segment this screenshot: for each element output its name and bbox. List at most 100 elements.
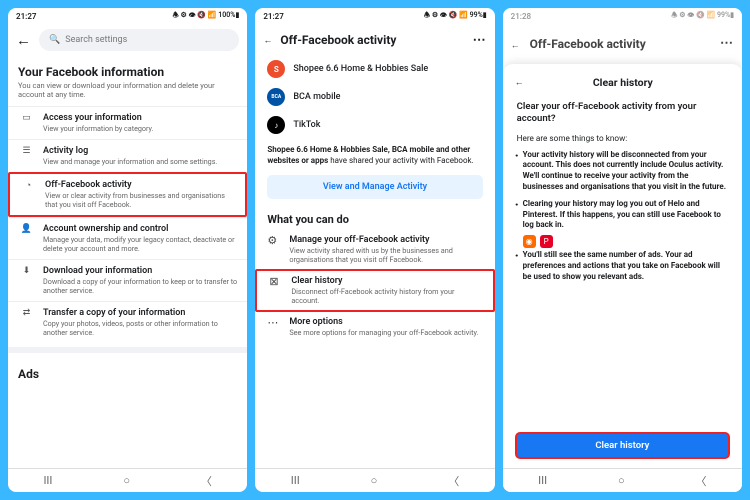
item-desc: View your information by category. xyxy=(43,124,153,133)
wycd-label: More options xyxy=(289,317,478,327)
status-time: 21:27 xyxy=(16,12,36,21)
item-label: Transfer a copy of your information xyxy=(43,308,237,318)
download-icon: ⬇ xyxy=(18,266,35,283)
clear-icon: ⊠ xyxy=(269,276,283,305)
item-desc: Copy your photos, videos, posts or other… xyxy=(43,319,237,337)
title-bar: ← Off-Facebook activity ⋯ xyxy=(255,25,494,55)
app-name: TikTok xyxy=(293,120,320,130)
nav-home[interactable]: ○ xyxy=(371,474,378,487)
app-row-shopee[interactable]: S Shopee 6.6 Home & Hobbies Sale xyxy=(255,55,494,83)
wycd-label: Clear history xyxy=(291,276,480,286)
page-title: Off-Facebook activity xyxy=(280,33,464,47)
tiktok-icon: ♪ xyxy=(267,116,285,134)
pinterest-icon: P xyxy=(540,235,553,248)
item-label: Download your information xyxy=(43,266,237,276)
item-off-facebook-activity[interactable]: ◔ Off-Facebook activity View or clear ac… xyxy=(8,172,247,217)
wycd-desc: View activity shared with us by the busi… xyxy=(289,246,482,264)
apps-summary: Shopee 6.6 Home & Hobbies Sale, BCA mobi… xyxy=(255,139,494,175)
back-icon[interactable]: ← xyxy=(263,35,272,46)
search-input[interactable]: 🔍 Search settings xyxy=(39,29,239,51)
app-name: Shopee 6.6 Home & Hobbies Sale xyxy=(293,64,428,74)
bottom-sheet: ← Clear history Clear your off-Facebook … xyxy=(503,64,742,492)
android-navbar: III ○ 〈 xyxy=(255,468,494,492)
bca-icon: BCA xyxy=(267,88,285,106)
bullet-3: You'll still see the same number of ads.… xyxy=(523,250,728,282)
bullet-list-2: You'll still see the same number of ads.… xyxy=(503,250,742,282)
back-icon: ← xyxy=(511,40,520,51)
more-icon[interactable]: ⋯ xyxy=(473,33,487,48)
android-navbar: III ○ 〈 xyxy=(8,468,247,492)
nav-back[interactable]: 〈 xyxy=(448,473,459,489)
wycd-desc: See more options for managing your off-F… xyxy=(289,328,478,337)
sheet-question: Clear your off-Facebook activity from yo… xyxy=(503,97,742,132)
status-icons: 🕭 ⚙ 👁 🔇 📶 99%▮ xyxy=(424,11,487,22)
nav-recents[interactable]: III xyxy=(538,474,547,487)
nav-home[interactable]: ○ xyxy=(123,474,130,487)
sheet-intro: Here are some things to know: xyxy=(503,132,742,150)
wycd-label: Manage your off-Facebook activity xyxy=(289,235,482,245)
section-subtitle: You can view or download your informatio… xyxy=(8,81,247,106)
sheet-back-icon[interactable]: ← xyxy=(515,77,524,88)
modal-overlay: ← Off-Facebook activity ⋯ ← Clear histor… xyxy=(503,8,742,492)
wycd-clear-history[interactable]: ⊠ Clear history Disconnect off-Facebook … xyxy=(255,269,494,312)
user-gear-icon: 👤 xyxy=(18,224,35,241)
shopee-icon: S xyxy=(267,60,285,78)
screen-off-fb-activity: 21:27 🕭 ⚙ 👁 🔇 📶 99%▮ ← Off-Facebook acti… xyxy=(255,8,494,492)
status-icons: 🕭 ⚙ 👁 🔇 📶 100%▮ xyxy=(173,11,240,22)
clear-history-button[interactable]: Clear history xyxy=(515,432,730,459)
back-icon[interactable]: ← xyxy=(16,31,31,49)
item-desc: Download a copy of your information to k… xyxy=(43,277,237,295)
android-navbar: III ○ 〈 xyxy=(503,468,742,492)
app-row-tiktok[interactable]: ♪ TikTok xyxy=(255,111,494,139)
wycd-heading: What you can do xyxy=(255,209,494,230)
ads-heading: Ads xyxy=(8,347,247,385)
nav-recents[interactable]: III xyxy=(291,474,300,487)
bullet-2: Clearing your history may log you out of… xyxy=(523,199,728,231)
nav-back[interactable]: 〈 xyxy=(696,473,707,489)
status-time: 21:27 xyxy=(263,12,283,21)
item-download-info[interactable]: ⬇ Download your information Download a c… xyxy=(8,259,247,301)
summary-rest: have shared your activity with Facebook. xyxy=(328,156,474,165)
nav-home[interactable]: ○ xyxy=(618,474,625,487)
app-row-bca[interactable]: BCA BCA mobile xyxy=(255,83,494,111)
status-bar: 21:27 🕭 ⚙ 👁 🔇 📶 100%▮ xyxy=(8,8,247,25)
sheet-title: Clear history xyxy=(534,76,712,89)
ellipsis-icon: ⋯ xyxy=(267,317,281,337)
dimmed-title-bar: ← Off-Facebook activity ⋯ xyxy=(503,8,742,55)
nav-back[interactable]: 〈 xyxy=(201,473,212,489)
item-label: Access your information xyxy=(43,113,153,123)
gear-icon: ⚙ xyxy=(267,235,281,264)
wycd-more-options[interactable]: ⋯ More options See more options for mana… xyxy=(255,312,494,342)
section-title: Your Facebook information xyxy=(8,55,247,81)
search-icon: 🔍 xyxy=(49,35,60,45)
item-label: Activity log xyxy=(43,146,217,156)
screen-clear-history-modal: 21:28 🕭 ⚙ 👁 🔇 📶 99%▮ ← Off-Facebook acti… xyxy=(503,8,742,492)
top-bar: ← 🔍 Search settings xyxy=(8,25,247,55)
nav-recents[interactable]: III xyxy=(43,474,52,487)
item-account-ownership[interactable]: 👤 Account ownership and control Manage y… xyxy=(8,217,247,259)
item-access-info[interactable]: ▭ Access your information View your info… xyxy=(8,106,247,139)
screen-facebook-info: 21:27 🕭 ⚙ 👁 🔇 📶 100%▮ ← 🔍 Search setting… xyxy=(8,8,247,492)
item-desc: Manage your data, modify your legacy con… xyxy=(43,235,237,253)
status-bar: 21:27 🕭 ⚙ 👁 🔇 📶 99%▮ xyxy=(255,8,494,25)
list-icon: ☰ xyxy=(18,146,35,163)
item-activity-log[interactable]: ☰ Activity log View and manage your info… xyxy=(8,139,247,172)
wycd-desc: Disconnect off-Facebook activity history… xyxy=(291,287,480,305)
view-manage-button[interactable]: View and Manage Activity xyxy=(267,175,482,199)
item-desc: View or clear activity from businesses a… xyxy=(45,191,235,209)
item-transfer-info[interactable]: ⇄ Transfer a copy of your information Co… xyxy=(8,301,247,343)
page-title: Off-Facebook activity xyxy=(530,37,710,51)
item-label: Off-Facebook activity xyxy=(45,180,235,190)
search-placeholder: Search settings xyxy=(65,35,127,45)
item-desc: View and manage your information and som… xyxy=(43,157,217,166)
transfer-icon: ⇄ xyxy=(18,308,35,325)
wycd-manage[interactable]: ⚙ Manage your off-Facebook activity View… xyxy=(255,230,494,269)
app-icons-row: ◉ P xyxy=(503,231,742,250)
id-card-icon: ▭ xyxy=(18,113,35,130)
item-label: Account ownership and control xyxy=(43,224,237,234)
helo-icon: ◉ xyxy=(523,235,536,248)
activity-icon: ◔ xyxy=(20,180,37,197)
bullet-list: Your activity history will be disconnect… xyxy=(503,150,742,232)
more-icon: ⋯ xyxy=(720,36,734,51)
app-name: BCA mobile xyxy=(293,92,340,102)
